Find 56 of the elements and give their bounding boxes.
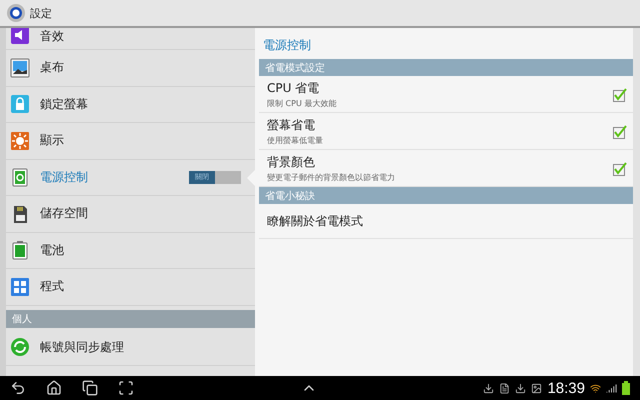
sidebar-item[interactable]: 顯示 — [6, 123, 255, 160]
checkbox[interactable] — [613, 88, 627, 102]
display-icon — [10, 130, 30, 151]
setting-summary: 使用螢幕低電量 — [267, 135, 324, 146]
setting-row[interactable]: 瞭解關於省電模式 — [259, 204, 633, 239]
apps-icon — [10, 276, 30, 297]
image-icon — [531, 382, 542, 394]
download-icon — [483, 382, 494, 394]
sidebar-item-label: 儲存空間 — [40, 205, 89, 222]
setting-title: CPU 省電 — [267, 80, 320, 97]
signal-icon — [606, 382, 617, 394]
setting-title: 背景顏色 — [267, 154, 316, 171]
back-icon[interactable] — [10, 380, 26, 396]
lock-icon — [10, 94, 30, 114]
sidebar-item-label: 電源控制 — [40, 168, 89, 186]
clock-time: 18:39 — [547, 380, 585, 396]
wallpaper-icon — [10, 58, 30, 78]
sidebar-item[interactable]: 程式 — [6, 269, 255, 306]
section-header-text: 省電小秘訣 — [265, 190, 315, 202]
sidebar-item-label: 桌布 — [40, 59, 65, 76]
recent-apps-icon[interactable] — [82, 380, 98, 396]
section-header-text: 省電模式設定 — [265, 62, 325, 74]
settings-icon[interactable] — [6, 3, 26, 23]
sidebar-item-label: 帳號與同步處理 — [40, 338, 125, 356]
section-header-text: 個人 — [12, 312, 32, 326]
sidebar-item[interactable]: 儲存空間 — [6, 196, 255, 232]
sidebar-item-label: 音效 — [40, 28, 65, 45]
window-title: 設定 — [30, 6, 52, 20]
setting-title: 螢幕省電 — [267, 117, 316, 134]
detail-title: 電源控制 — [262, 37, 312, 54]
checkbox[interactable] — [613, 162, 627, 176]
battery-icon — [622, 381, 630, 395]
sidebar-item-label: 電池 — [40, 242, 65, 259]
download-icon — [515, 382, 526, 394]
sidebar-item[interactable]: 帳號與同步處理 — [6, 330, 255, 366]
sidebar-item[interactable]: 電池 — [6, 232, 255, 269]
document-icon — [499, 382, 510, 394]
power-icon — [10, 167, 30, 188]
sound-icon — [10, 28, 30, 45]
setting-row[interactable]: CPU 省電 限制 CPU 最大效能 — [259, 76, 633, 113]
setting-title: 瞭解關於省電模式 — [267, 212, 363, 230]
setting-summary: 限制 CPU 最大效能 — [267, 98, 338, 109]
sidebar-item-label: 顯示 — [40, 132, 65, 150]
battery-icon — [10, 240, 30, 260]
wifi-icon — [590, 382, 601, 394]
screenshot-icon[interactable] — [118, 380, 134, 396]
sidebar-item-label: 程式 — [40, 278, 65, 296]
sidebar-item-label: 鎖定螢幕 — [40, 96, 89, 113]
checkbox[interactable] — [613, 124, 627, 138]
sidebar-item[interactable]: 桌布 — [6, 50, 255, 86]
sidebar-item[interactable]: 鎖定螢幕 — [6, 86, 255, 123]
sync-icon — [10, 337, 30, 358]
sidebar-item[interactable]: 音效 — [6, 28, 255, 50]
setting-row[interactable]: 螢幕省電 使用螢幕低電量 — [259, 113, 633, 150]
setting-summary: 變更電子郵件的背景顏色以節省電力 — [267, 172, 396, 183]
home-icon[interactable] — [46, 380, 62, 396]
